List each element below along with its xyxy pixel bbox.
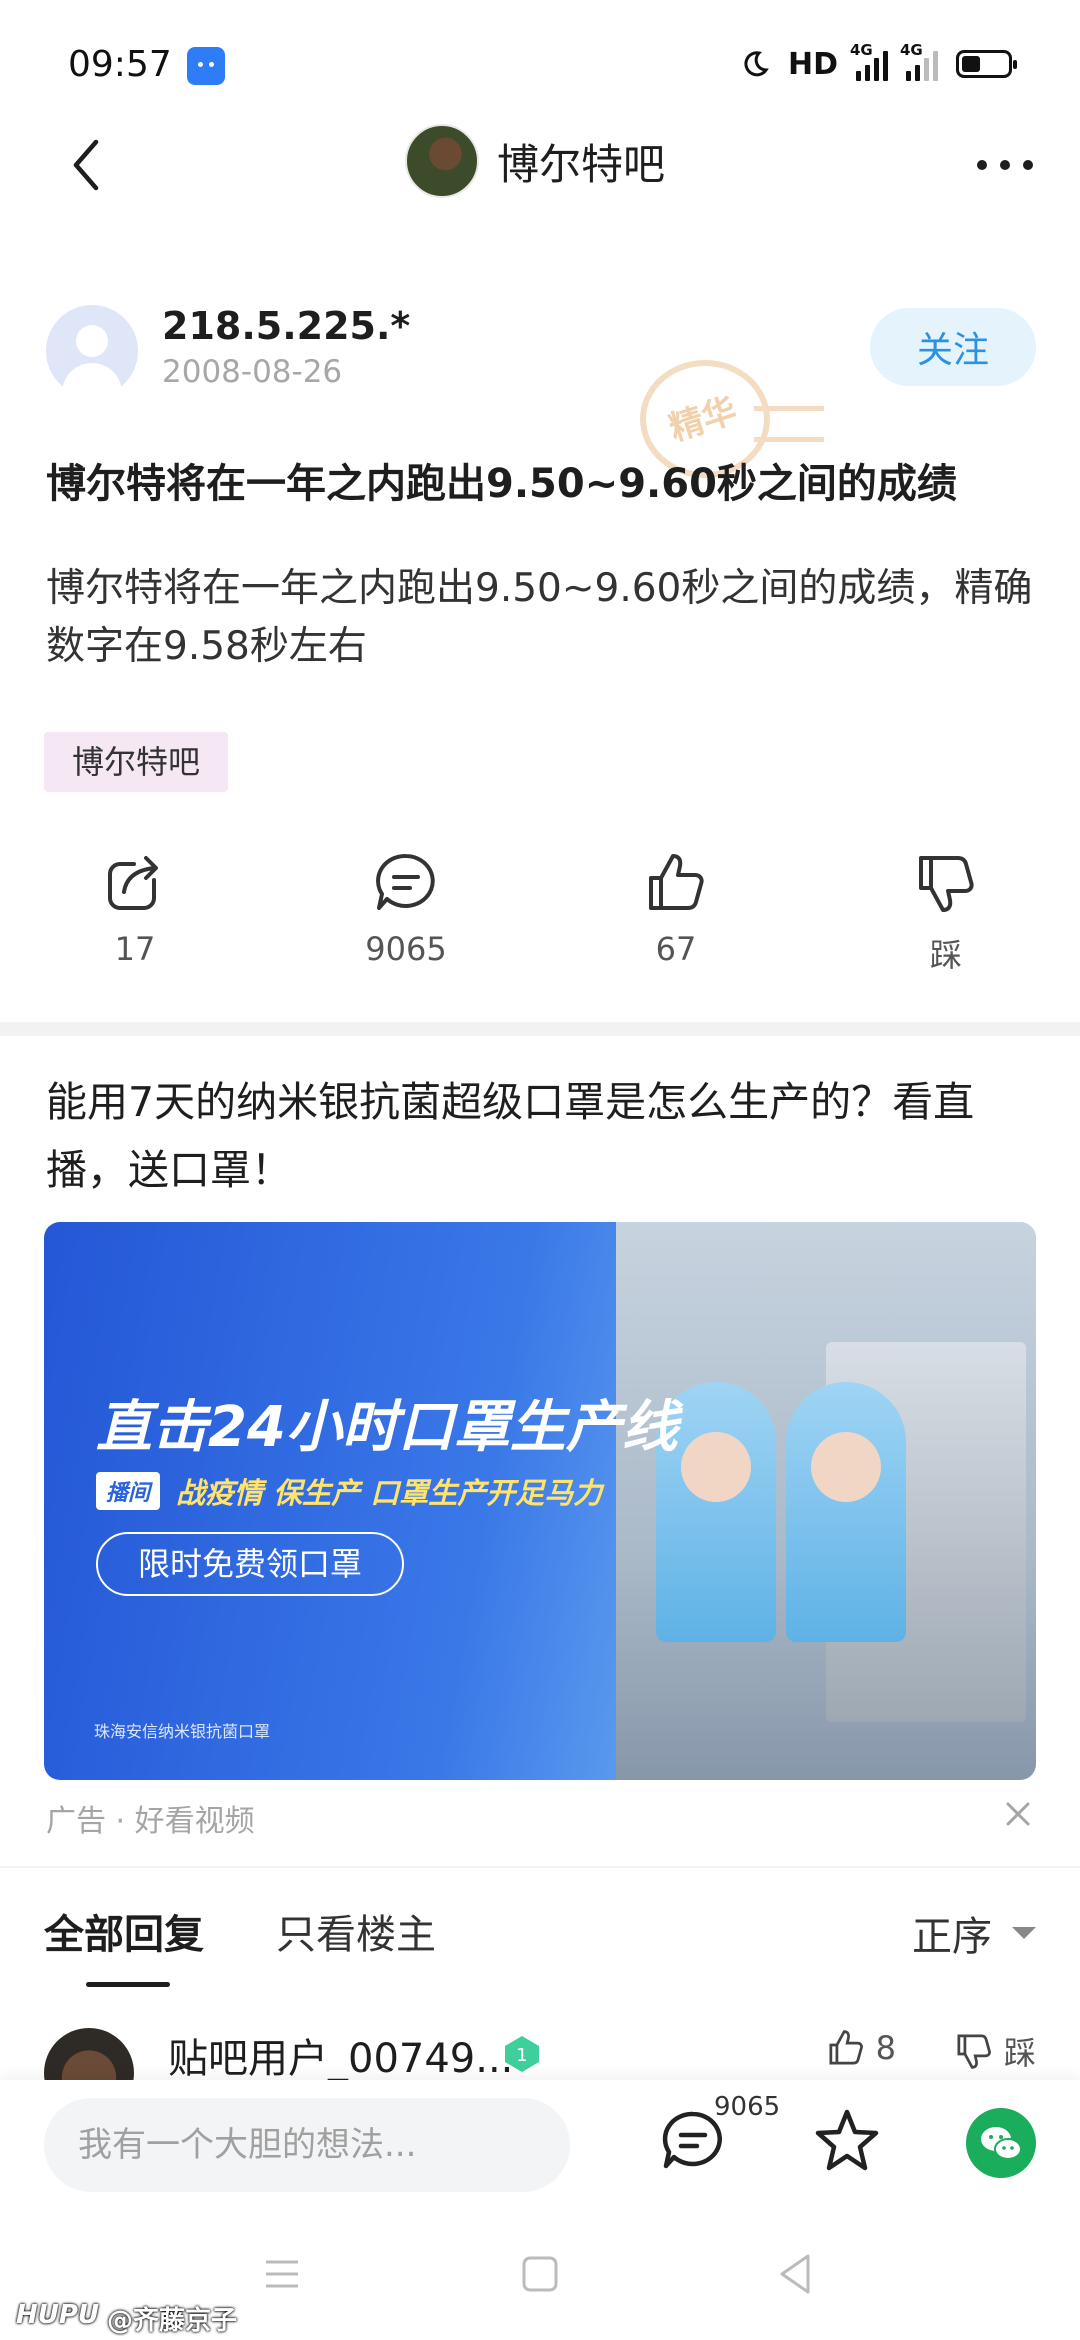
active-tab-indicator <box>86 1982 170 1987</box>
back-arrow-icon[interactable] <box>60 132 120 198</box>
share-icon <box>108 856 158 910</box>
dislike-label: 踩 <box>929 936 962 974</box>
post-title: 博尔特将在一年之内跑出9.50~9.60秒之间的成绩 <box>46 461 957 507</box>
thumbs-up-icon <box>649 854 704 910</box>
back-icon[interactable] <box>766 2244 826 2304</box>
network-type-1: 4G <box>850 41 873 59</box>
comment-action[interactable]: 9065 <box>336 850 476 968</box>
tab-all-replies[interactable]: 全部回复 <box>44 1902 204 1960</box>
app-notification-icon <box>187 47 225 85</box>
ad-live-tag: 播间 <box>96 1472 161 1510</box>
bottom-comment-count: 9065 <box>714 2092 781 2122</box>
ad-subline: 播间 战疫情 保生产 口罩生产开足马力 <box>96 1470 602 1512</box>
status-bar: 09:57 HD 4G 4G <box>0 0 1080 130</box>
ad-company: 珠海安信纳米银抗菌口罩 <box>94 1722 271 1741</box>
thumbs-down-icon <box>957 2034 991 2069</box>
comment-input[interactable] <box>44 2098 570 2192</box>
thumbs-down-icon <box>919 856 974 912</box>
signal-icon-2: 4G <box>900 41 938 81</box>
ad-worker-image <box>786 1382 906 1642</box>
menu-icon[interactable] <box>252 2244 312 2304</box>
signal-icon-1: 4G <box>850 41 888 81</box>
section-divider <box>0 1022 1080 1036</box>
forum-avatar <box>405 124 479 198</box>
share-count: 17 <box>114 930 156 968</box>
comment-count: 9065 <box>365 930 447 968</box>
reply-username[interactable]: 贴吧用户_00749... <box>168 2026 513 2084</box>
ad-cta-button[interactable]: 限时免费领口罩 <box>96 1532 405 1596</box>
ad-meta: 广告 · 好看视频 <box>46 1804 255 1839</box>
forum-tag[interactable]: 博尔特吧 <box>44 732 229 792</box>
network-type-2: 4G <box>900 41 923 59</box>
post-actions: 17 9065 67 踩 <box>0 850 1080 980</box>
level-badge-icon: 1 <box>505 2036 539 2072</box>
comment-icon <box>376 853 435 910</box>
status-time: 09:57 <box>68 44 172 85</box>
watermark-user: @齐藤京子 <box>107 2306 238 2336</box>
reply-dislike-button[interactable]: 踩 <box>954 2028 1036 2074</box>
wechat-share-icon[interactable] <box>966 2108 1036 2178</box>
post-author: 218.5.225.* 2008-08-26 关注 <box>46 300 1036 410</box>
watermark-brand: HUPU <box>16 2300 100 2330</box>
author-name[interactable]: 218.5.225.* <box>162 304 410 348</box>
svg-text:1: 1 <box>516 2045 527 2066</box>
follow-button[interactable]: 关注 <box>870 308 1036 386</box>
star-icon[interactable] <box>812 2106 882 2176</box>
like-action[interactable]: 67 <box>606 850 746 968</box>
featured-stamp-text: 精华 <box>664 390 742 450</box>
sort-dropdown[interactable]: 正序 <box>912 1904 1036 1962</box>
author-avatar[interactable] <box>46 305 138 397</box>
moon-icon <box>744 51 769 77</box>
bottom-action-bar: 9065 <box>0 2080 1080 2210</box>
section-divider <box>0 1866 1080 1868</box>
ad-headline: 直击24小时口罩生产线 <box>96 1395 678 1460</box>
watermark: HUPU @齐藤京子 <box>16 2300 237 2337</box>
reply-dislike-label: 踩 <box>1003 2034 1036 2072</box>
post-date: 2008-08-26 <box>162 354 343 390</box>
ad-subtext: 战疫情 保生产 口罩生产开足马力 <box>176 1476 603 1510</box>
battery-icon <box>956 50 1017 78</box>
sort-label: 正序 <box>912 1914 992 1960</box>
battery-level <box>962 56 980 72</box>
reply-like-count: 8 <box>875 2029 896 2067</box>
forum-title: 博尔特吧 <box>497 139 666 189</box>
like-count: 67 <box>655 930 697 968</box>
home-icon[interactable] <box>510 2244 570 2304</box>
tab-owner-only[interactable]: 只看楼主 <box>276 1902 436 1960</box>
thumbs-up-icon <box>829 2030 863 2065</box>
hd-label: HD <box>787 46 838 82</box>
close-icon[interactable] <box>1000 1796 1036 1832</box>
forum-header[interactable]: 博尔特吧 <box>405 124 665 198</box>
wechat-icon <box>981 2127 1022 2160</box>
share-action[interactable]: 17 <box>65 850 205 968</box>
more-options-icon[interactable] <box>970 140 1040 190</box>
reply-like-button[interactable]: 8 <box>826 2028 896 2068</box>
post-body: 博尔特将在一年之内跑出9.50~9.60秒之间的成绩，精确数字在9.58秒左右 <box>46 566 1033 669</box>
reply-tabs: 全部回复 只看楼主 正序 <box>0 1890 1080 1990</box>
chevron-down-icon <box>1012 1927 1036 1939</box>
reply-item: 贴吧用户_00749... 1 8 踩 <box>44 2026 1036 2118</box>
top-nav: 博尔特吧 <box>0 120 1080 210</box>
dislike-action[interactable]: 踩 <box>876 850 1016 976</box>
ad-banner[interactable]: 直击24小时口罩生产线 播间 战疫情 保生产 口罩生产开足马力 限时免费领口罩 … <box>44 1222 1036 1780</box>
ad-title[interactable]: 能用7天的纳米银抗菌超级口罩是怎么生产的？看直播，送口罩！ <box>46 1068 1036 1204</box>
status-icons: HD 4G 4G <box>740 41 1017 84</box>
